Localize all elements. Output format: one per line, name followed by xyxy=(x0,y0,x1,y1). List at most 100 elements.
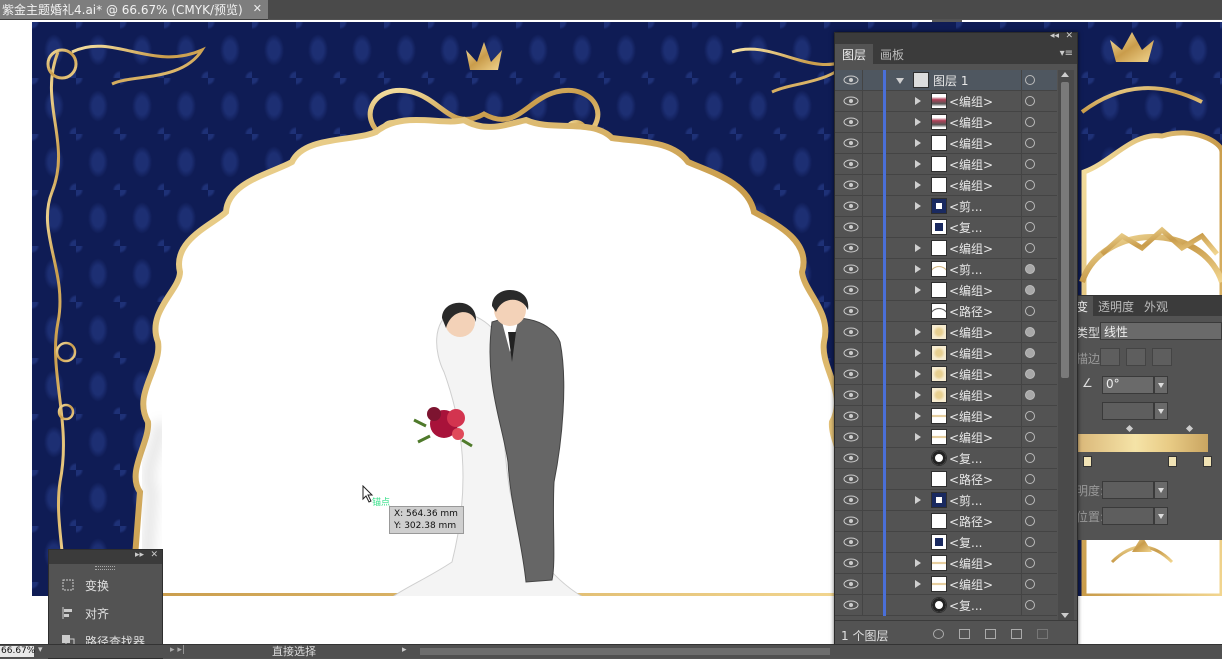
layer-row[interactable]: <编组> xyxy=(835,553,1057,574)
new-layer-icon[interactable] xyxy=(1011,629,1022,639)
expand-triangle-icon[interactable] xyxy=(915,412,921,420)
sublayer-name[interactable]: <编组> xyxy=(949,156,993,173)
target-circle[interactable] xyxy=(1025,243,1035,253)
docked-panel-titlebar[interactable]: ▸▸ ✕ xyxy=(49,550,162,564)
visibility-eye-icon[interactable] xyxy=(841,367,861,381)
horizontal-scrollbar[interactable] xyxy=(420,648,830,655)
target-circle[interactable] xyxy=(1025,516,1035,526)
sublayer-name[interactable]: <编组> xyxy=(949,282,993,299)
layer-row[interactable]: <编组> xyxy=(835,154,1057,175)
collapse-panel-icon[interactable]: ◂◂ xyxy=(1050,31,1059,41)
layers-scrollbar[interactable] xyxy=(1058,70,1074,620)
stroke-across-button[interactable] xyxy=(1152,348,1172,366)
target-circle[interactable] xyxy=(1025,348,1035,358)
opacity-field[interactable] xyxy=(1102,481,1154,499)
scroll-thumb[interactable] xyxy=(1061,82,1069,378)
target-circle[interactable] xyxy=(1025,474,1035,484)
sublayer-name[interactable]: <剪... xyxy=(949,492,983,509)
target-circle[interactable] xyxy=(1025,411,1035,421)
expand-triangle-icon[interactable] xyxy=(915,118,921,126)
expand-triangle-icon[interactable] xyxy=(915,559,921,567)
expand-triangle-icon[interactable] xyxy=(915,160,921,168)
visibility-eye-icon[interactable] xyxy=(841,346,861,360)
close-tab-icon[interactable]: ✕ xyxy=(253,2,262,15)
layer-row[interactable]: <复... xyxy=(835,217,1057,238)
sublayer-name[interactable]: <编组> xyxy=(949,576,993,593)
sublayer-name[interactable]: <路径> xyxy=(949,303,993,320)
visibility-eye-icon[interactable] xyxy=(841,430,861,444)
layer-row[interactable]: <编组> xyxy=(835,280,1057,301)
target-circle[interactable] xyxy=(1025,600,1035,610)
expand-triangle-icon[interactable] xyxy=(915,580,921,588)
tab-appearance[interactable]: 外观 xyxy=(1139,296,1173,316)
target-circle[interactable] xyxy=(1025,558,1035,568)
aspect-field[interactable] xyxy=(1102,402,1154,420)
target-circle[interactable] xyxy=(1025,75,1035,85)
zoom-field[interactable]: 66.67% xyxy=(0,646,35,657)
layer-row[interactable]: <复... xyxy=(835,448,1057,469)
layer-row[interactable]: <编组> xyxy=(835,427,1057,448)
expand-triangle-icon[interactable] xyxy=(915,349,921,357)
layer-row[interactable]: <路径> xyxy=(835,511,1057,532)
artboard-nav-icon[interactable]: ▸ ▸| xyxy=(170,645,185,655)
panel-grip[interactable] xyxy=(49,564,162,571)
visibility-eye-icon[interactable] xyxy=(841,220,861,234)
aspect-dropdown[interactable] xyxy=(1154,402,1168,420)
panel-item-transform[interactable]: 变换 xyxy=(49,571,162,599)
target-circle[interactable] xyxy=(1025,306,1035,316)
visibility-eye-icon[interactable] xyxy=(841,598,861,612)
sublayer-name[interactable]: <剪... xyxy=(949,261,983,278)
layer-row[interactable]: <编组> xyxy=(835,238,1057,259)
visibility-eye-icon[interactable] xyxy=(841,409,861,423)
tab-transparency[interactable]: 透明度 xyxy=(1093,296,1139,316)
expand-triangle-icon[interactable] xyxy=(915,328,921,336)
expand-triangle-icon[interactable] xyxy=(915,391,921,399)
expand-triangle-icon[interactable] xyxy=(915,202,921,210)
visibility-eye-icon[interactable] xyxy=(841,493,861,507)
visibility-eye-icon[interactable] xyxy=(841,514,861,528)
sublayer-name[interactable]: <编组> xyxy=(949,240,993,257)
layer-row[interactable]: <剪... xyxy=(835,490,1057,511)
gradient-stop[interactable] xyxy=(1083,456,1092,467)
expand-triangle-icon[interactable] xyxy=(915,181,921,189)
scroll-down-icon[interactable] xyxy=(1061,613,1069,618)
layer-list[interactable]: 图层 1 <编组> <编组> <编组> <编组> <编组> <剪... <复... <编组> <… xyxy=(835,70,1057,620)
target-circle[interactable] xyxy=(1025,495,1035,505)
angle-field[interactable]: 0° xyxy=(1102,376,1154,394)
target-circle[interactable] xyxy=(1025,96,1035,106)
layer-row[interactable]: <编组> xyxy=(835,574,1057,595)
expand-triangle-icon[interactable] xyxy=(915,433,921,441)
expand-triangle-icon[interactable] xyxy=(915,496,921,504)
visibility-eye-icon[interactable] xyxy=(841,304,861,318)
sublayer-name[interactable]: <编组> xyxy=(949,93,993,110)
visibility-eye-icon[interactable] xyxy=(841,388,861,402)
layers-panel-titlebar[interactable]: ◂◂ ✕ xyxy=(835,31,1077,44)
location-field[interactable] xyxy=(1102,507,1154,525)
new-sublayer-icon[interactable] xyxy=(985,629,996,639)
sublayer-name[interactable]: <复... xyxy=(949,534,983,551)
close-panel-icon[interactable]: ✕ xyxy=(1065,31,1073,41)
layer-row[interactable]: <编组> xyxy=(835,385,1057,406)
sublayer-name[interactable]: <编组> xyxy=(949,114,993,131)
tab-gradient[interactable]: 变 xyxy=(1076,296,1094,316)
layer-row[interactable]: <复... xyxy=(835,532,1057,553)
location-dropdown[interactable] xyxy=(1154,507,1168,525)
collapse-layer-icon[interactable] xyxy=(896,78,904,84)
sublayer-name[interactable]: <编组> xyxy=(949,408,993,425)
locate-object-icon[interactable] xyxy=(933,629,944,639)
sublayer-name[interactable]: <路径> xyxy=(949,471,993,488)
gradient-type-select[interactable]: 线性 xyxy=(1100,322,1222,340)
target-circle[interactable] xyxy=(1025,327,1035,337)
gradient-stop[interactable] xyxy=(1203,456,1212,467)
layer-row[interactable]: <编组> xyxy=(835,364,1057,385)
visibility-eye-icon[interactable] xyxy=(841,241,861,255)
visibility-eye-icon[interactable] xyxy=(841,178,861,192)
target-circle[interactable] xyxy=(1025,390,1035,400)
target-circle[interactable] xyxy=(1025,117,1035,127)
gradient-slider[interactable] xyxy=(1076,434,1208,452)
expand-triangle-icon[interactable] xyxy=(915,265,921,273)
visibility-eye-icon[interactable] xyxy=(841,157,861,171)
visibility-eye-icon[interactable] xyxy=(841,535,861,549)
layer-name[interactable]: 图层 1 xyxy=(933,72,968,89)
target-circle[interactable] xyxy=(1025,264,1035,274)
